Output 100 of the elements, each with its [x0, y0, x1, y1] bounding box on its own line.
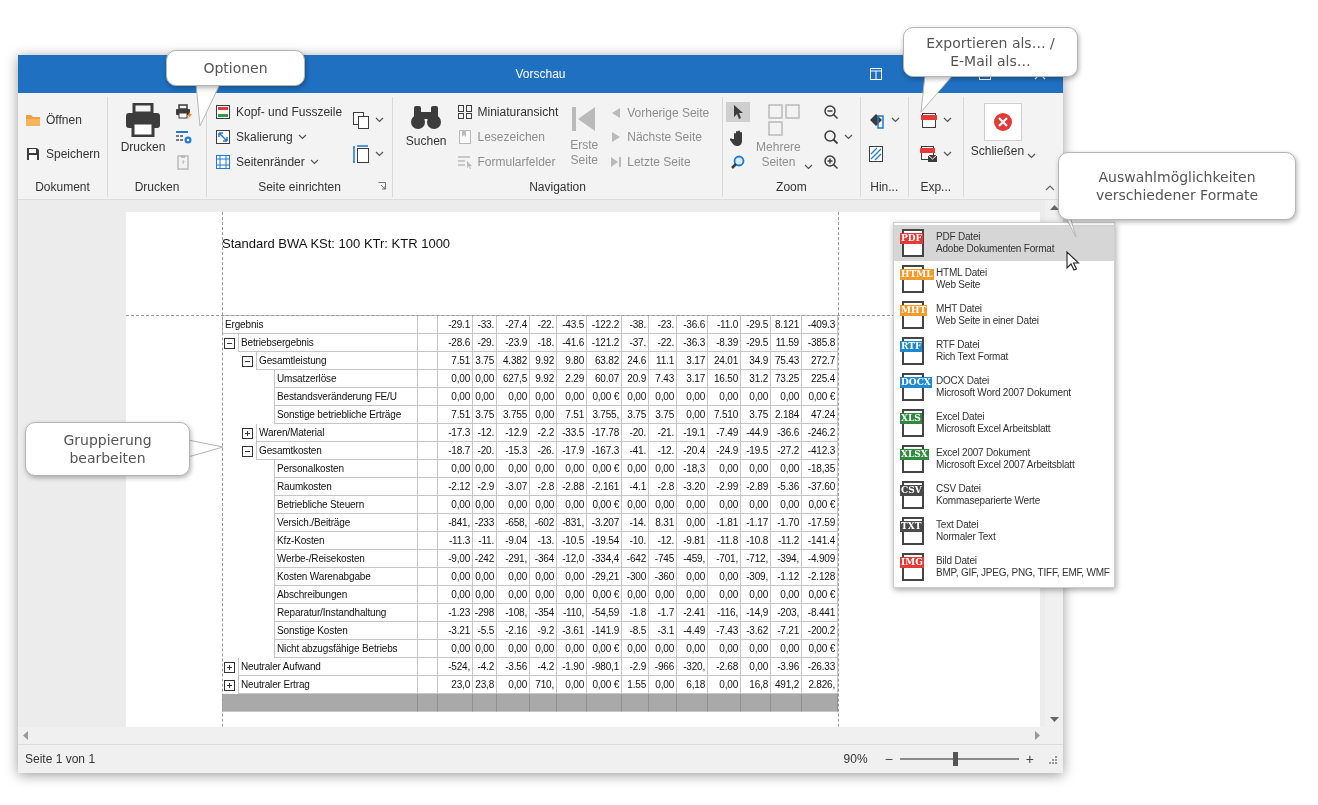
- caret-icon: [942, 151, 952, 157]
- table-cell: 0,00: [438, 568, 473, 586]
- table-cell: 8.121: [771, 316, 802, 334]
- zoom-out-button[interactable]: −: [881, 751, 896, 767]
- table-cell: -41.: [622, 442, 649, 460]
- window-layout-icon[interactable]: [870, 68, 882, 80]
- margins-button[interactable]: Seitenränder: [211, 152, 347, 172]
- table-cell: -300: [622, 568, 649, 586]
- table-cell: [418, 406, 438, 424]
- row-label: Betriebsergebnis: [238, 334, 418, 352]
- table-cell: -4.2: [530, 658, 557, 676]
- table-cell: 0,00: [622, 586, 649, 604]
- thumbnails-button[interactable]: Miniaturansicht: [452, 102, 563, 122]
- row-label: Umsatzerlöse: [274, 370, 418, 388]
- expand-toggle[interactable]: [242, 427, 253, 439]
- table-cell: -831,: [557, 514, 587, 532]
- table-cell: -394,: [771, 550, 802, 568]
- scaling-button[interactable]: Skalierung: [211, 127, 347, 147]
- table-cell: -18.: [530, 334, 557, 352]
- table-cell: [418, 532, 438, 550]
- format-description: Microsoft Excel 2007 Arbeitsblatt: [936, 459, 1075, 471]
- collapse-ribbon-icon[interactable]: [1045, 185, 1055, 191]
- table-cell: -15.3: [497, 442, 530, 460]
- row-label: Versich./Beiträge: [274, 514, 418, 532]
- format-badge: XLS: [900, 413, 922, 424]
- table-cell: 627,5: [497, 370, 530, 388]
- table-cell: -19.5: [741, 442, 771, 460]
- print-button[interactable]: Drucken: [116, 97, 170, 157]
- collapse-toggle[interactable]: [242, 445, 253, 457]
- format-badge: PDF: [900, 233, 923, 244]
- table-cell: 0,00: [708, 460, 741, 478]
- table-cell: -2.161: [587, 478, 622, 496]
- export-format-item[interactable]: XLS Excel Datei Microsoft Excel Arbeitsblatt: [894, 405, 1114, 441]
- table-cell: 0,00: [771, 388, 802, 406]
- slider-thumb[interactable]: [952, 752, 958, 766]
- table-cell: -3.207: [587, 514, 622, 532]
- collapse-toggle[interactable]: [224, 337, 235, 349]
- zoom-in-button[interactable]: +: [1022, 751, 1037, 767]
- table-cell: 7.51: [438, 406, 473, 424]
- open-button[interactable]: Öffnen: [21, 110, 105, 131]
- caret-icon: [375, 151, 385, 157]
- table-cell: -320,: [677, 658, 708, 676]
- header-footer-button[interactable]: Kopf- und Fusszeile: [211, 102, 347, 122]
- table-cell: -12.9: [497, 424, 530, 442]
- scaling-icon: [215, 129, 231, 145]
- table-cell: 0,00: [438, 460, 473, 478]
- expand-toggle[interactable]: [224, 679, 235, 691]
- table-cell: 63.82: [587, 352, 622, 370]
- table-cell: [418, 370, 438, 388]
- pointer-tool-button[interactable]: [726, 101, 751, 122]
- scroll-up-icon[interactable]: [1049, 204, 1059, 210]
- table-cell: 0,00: [771, 586, 802, 604]
- collapse-toggle[interactable]: [242, 355, 253, 367]
- table-cell: 0,00: [741, 658, 771, 676]
- export-format-item[interactable]: PDF PDF Datei Adobe Dokumenten Format: [894, 225, 1114, 261]
- export-format-item[interactable]: IMG Bild Datei BMP, GIF, JPEG, PNG, TIFF, EMF, WMF: [894, 549, 1114, 585]
- row-label: Raumkosten: [274, 478, 418, 496]
- table-cell: 0,00: [557, 388, 587, 406]
- group-label: Exp...: [920, 180, 952, 194]
- row-label: Waren/Material: [256, 424, 418, 442]
- scroll-down-icon[interactable]: [1049, 717, 1059, 723]
- table-cell: -12.: [473, 424, 497, 442]
- dialog-launcher-icon[interactable]: [378, 182, 387, 190]
- table-cell: 0,00: [677, 514, 708, 532]
- export-format-item[interactable]: HTML HTML Datei Web Seite: [894, 261, 1114, 297]
- table-cell: 7.51: [557, 406, 587, 424]
- caret-icon: [297, 134, 307, 140]
- printer-icon: [175, 104, 194, 120]
- bookmark-icon: [456, 129, 473, 145]
- format-badge: CSV: [900, 485, 923, 496]
- export-format-item[interactable]: XLSX Excel 2007 Dokument Microsoft Excel 2007 Arbeitsblatt: [894, 441, 1114, 477]
- report-title: Standard BWA KSt: 100 KTr: KTR 1000: [222, 236, 451, 251]
- resize-grip-icon[interactable]: [1047, 754, 1057, 764]
- form-field-icon: [456, 154, 473, 170]
- table-cell: 0,00: [557, 568, 587, 586]
- table-cell: -1.90: [557, 658, 587, 676]
- search-button[interactable]: Suchen: [401, 97, 451, 151]
- export-format-item[interactable]: TXT Text Datei Normaler Text: [894, 513, 1114, 549]
- table-cell: -5.36: [771, 478, 802, 496]
- table-cell: 0,00 €: [802, 586, 838, 604]
- table-cell: -2.89: [741, 478, 771, 496]
- hand-icon: [730, 128, 745, 146]
- close-button[interactable]: Schließen: [966, 97, 1041, 161]
- table-cell: -2.99: [708, 478, 741, 496]
- table-cell: -9,00: [438, 550, 473, 568]
- table-cell: 0,00: [438, 586, 473, 604]
- table-cell: 0,00: [622, 460, 649, 478]
- table-cell: -9.2: [530, 622, 557, 640]
- export-format-item[interactable]: DOCX DOCX Datei Microsoft Word 2007 Dokument: [894, 369, 1114, 405]
- table-cell: -2.9: [622, 658, 649, 676]
- pdf-email-icon: [919, 145, 938, 163]
- export-format-item[interactable]: CSV CSV Datei Kommaseparierte Werte: [894, 477, 1114, 513]
- export-format-item[interactable]: MHT MHT Datei Web Seite in einer Datei: [894, 297, 1114, 333]
- row-label: Abschreibungen: [274, 586, 418, 604]
- save-button[interactable]: Speichern: [21, 143, 105, 164]
- table-cell: -20.4: [677, 442, 708, 460]
- expand-toggle[interactable]: [224, 661, 235, 673]
- export-format-item[interactable]: RTF RTF Datei Rich Text Format: [894, 333, 1114, 369]
- zoom-in-icon: [822, 154, 839, 170]
- row-label: Gesamtkosten: [256, 442, 418, 460]
